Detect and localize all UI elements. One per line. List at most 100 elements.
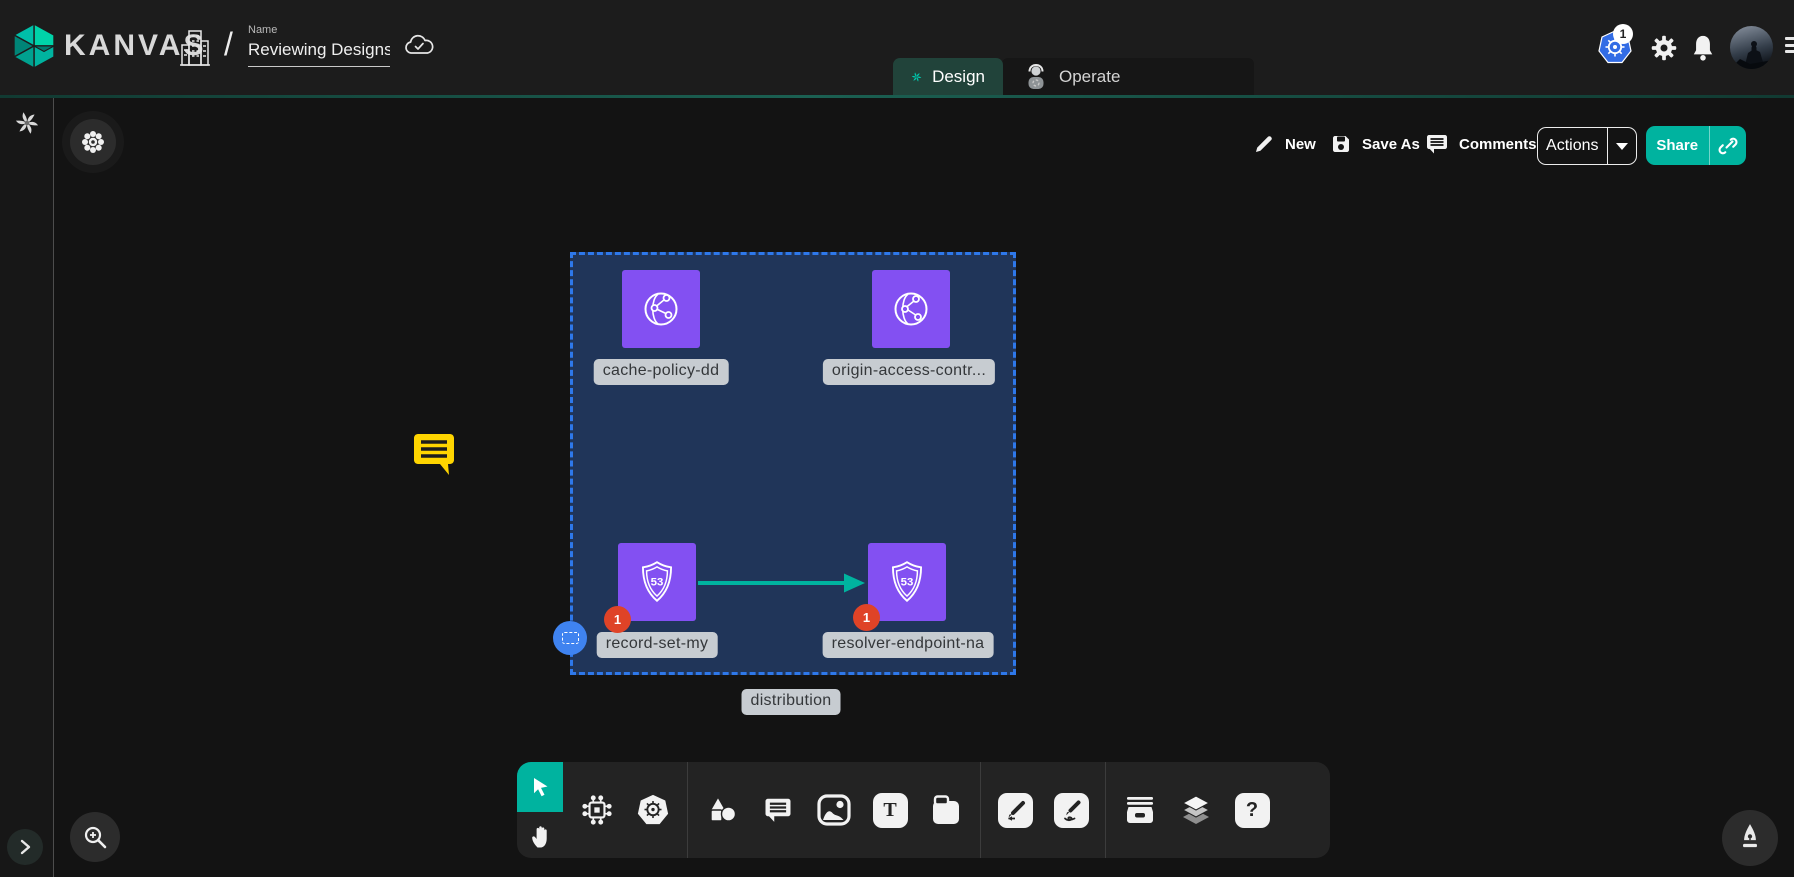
header-accent-line — [0, 95, 1794, 98]
text-tool[interactable]: T — [862, 762, 918, 858]
image-tool[interactable] — [806, 762, 862, 858]
node-label-cache-policy: cache-policy-dd — [594, 359, 729, 385]
settings-gear-icon[interactable] — [1650, 34, 1678, 62]
question-mark-glyph: ? — [1246, 799, 1258, 822]
design-swirl-icon — [911, 65, 922, 89]
node-label-resolver-endpoint: resolver-endpoint-na — [823, 632, 994, 658]
connection-arrow — [698, 570, 866, 596]
layers-icon — [1179, 793, 1213, 827]
operate-person-icon — [1023, 63, 1049, 91]
pen-tool-box — [998, 793, 1033, 828]
tab-operate-label: Operate — [1059, 67, 1120, 87]
actions-button[interactable]: Actions — [1537, 127, 1637, 165]
avatar-image — [1730, 26, 1773, 69]
design-name-input[interactable] — [248, 38, 390, 67]
pen-path-icon — [1003, 798, 1028, 823]
link-icon — [1718, 136, 1738, 156]
text-tool-box: T — [873, 793, 908, 828]
overflow-menu-icon[interactable] — [1785, 37, 1794, 59]
comment-tool[interactable] — [750, 762, 806, 858]
select-tool[interactable] — [517, 762, 563, 812]
annotation-tools-group: T — [688, 762, 980, 858]
expand-sidebar-button[interactable] — [7, 829, 43, 865]
route53-shield-icon: 53 — [632, 557, 682, 607]
share-button[interactable]: Share — [1646, 126, 1746, 165]
comments-button-label: Comments — [1459, 136, 1537, 153]
drawing-tools-group — [981, 762, 1105, 858]
marquee-icon — [562, 632, 579, 644]
node-label-record-set: record-set-my — [597, 632, 718, 658]
pen-path-tool[interactable] — [987, 762, 1043, 858]
left-sidebar — [0, 98, 54, 877]
kanvas-logo[interactable]: KANVAS — [12, 23, 206, 69]
design-name-field: Name — [248, 24, 390, 67]
canvas-comment-marker[interactable] — [412, 431, 460, 477]
context-count-badge: 1 — [1613, 24, 1633, 44]
node-badge-record-set: 1 — [604, 606, 631, 633]
comment-bubble-icon — [1425, 133, 1449, 155]
name-field-label: Name — [248, 24, 390, 36]
utility-tools-group: ? — [1106, 762, 1286, 858]
building-icon[interactable] — [180, 27, 210, 69]
hand-icon — [528, 823, 552, 849]
select-pan-column — [517, 762, 563, 858]
card-tool[interactable] — [918, 762, 974, 858]
freehand-draw-tool[interactable] — [1043, 762, 1099, 858]
chevron-down-icon — [1616, 143, 1628, 150]
tab-design[interactable]: Design — [893, 58, 1003, 95]
copy-link-button[interactable] — [1710, 126, 1746, 165]
group-select-handle[interactable] — [553, 621, 587, 655]
pan-tool[interactable] — [517, 814, 563, 858]
shapes-icon — [706, 795, 738, 825]
archive-drawer-icon — [1123, 794, 1157, 826]
node-badge-resolver-endpoint: 1 — [853, 604, 880, 631]
mesh-components-tool[interactable] — [569, 762, 625, 858]
new-button-label: New — [1285, 136, 1316, 153]
group-label-distribution: distribution — [742, 689, 841, 715]
comments-button[interactable]: Comments — [1425, 133, 1537, 155]
kubernetes-context-button[interactable]: 1 — [1597, 29, 1633, 67]
magnifier-plus-icon — [82, 824, 108, 850]
kanvas-app: KANVAS / Name — [0, 0, 1794, 877]
help-tool[interactable]: ? — [1224, 762, 1280, 858]
infra-tools-group — [563, 762, 687, 858]
tab-operate[interactable]: Operate — [1005, 58, 1138, 95]
image-icon — [816, 793, 852, 827]
user-avatar[interactable] — [1730, 26, 1773, 69]
quick-settings-button[interactable] — [70, 119, 116, 165]
meshery-swirl-icon[interactable] — [14, 110, 40, 136]
pen-nib-icon — [1737, 823, 1763, 853]
kanvas-logo-icon — [12, 23, 56, 69]
actions-dropdown-button[interactable] — [1608, 128, 1636, 164]
zoom-in-button[interactable] — [70, 812, 120, 862]
signature-pen-button[interactable] — [1722, 810, 1778, 866]
pencil-tool-box — [1054, 793, 1089, 828]
save-floppy-icon — [1330, 133, 1352, 155]
notifications-bell-icon[interactable] — [1689, 33, 1717, 63]
comment-bubble-icon — [763, 796, 793, 824]
cache-policy-globe-icon — [637, 285, 685, 333]
save-as-button-label: Save As — [1362, 136, 1420, 153]
chevron-right-icon — [18, 839, 32, 855]
route53-number: 53 — [651, 577, 664, 589]
drawer-tool[interactable] — [1112, 762, 1168, 858]
tab-design-label: Design — [932, 67, 985, 87]
actions-button-label[interactable]: Actions — [1538, 128, 1607, 164]
card-panel-icon — [929, 794, 963, 826]
app-header: KANVAS / Name — [0, 0, 1794, 95]
share-button-label[interactable]: Share — [1646, 126, 1709, 165]
new-button[interactable]: New — [1253, 133, 1316, 155]
shapes-tool[interactable] — [694, 762, 750, 858]
node-origin-access[interactable] — [872, 270, 950, 348]
origin-access-globe-icon — [887, 285, 935, 333]
node-label-origin-access: origin-access-contr... — [823, 359, 995, 385]
kubernetes-components-tool[interactable] — [625, 762, 681, 858]
chip-icon — [581, 794, 613, 826]
save-as-button[interactable]: Save As — [1330, 133, 1420, 155]
node-record-set[interactable]: 53 — [618, 543, 696, 621]
text-tool-glyph: T — [883, 799, 896, 822]
layers-tool[interactable] — [1168, 762, 1224, 858]
flower-gear-icon — [80, 129, 106, 155]
node-cache-policy[interactable] — [622, 270, 700, 348]
node-resolver-endpoint[interactable]: 53 — [868, 543, 946, 621]
